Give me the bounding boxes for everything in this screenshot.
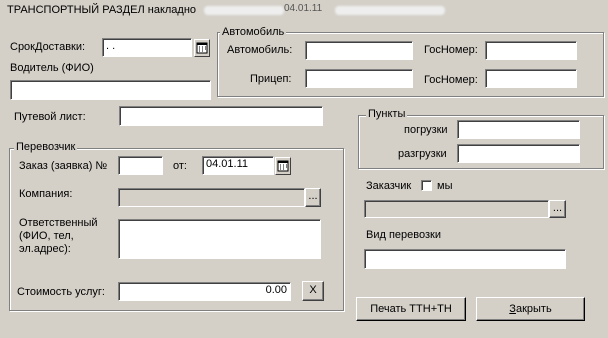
cost-label: Стоимость услуг: [17,286,105,298]
order-date-calendar-button[interactable] [275,157,291,175]
trailer-label: Прицеп: [250,73,292,85]
car-label: Автомобиль: [227,44,293,56]
order-number-field[interactable] [118,156,163,175]
responsible-label-line2: (ФИО, тел, [19,230,74,242]
company-label: Компания: [19,188,73,200]
transport-type-label: Вид перевозки [366,229,441,241]
obscured-title-tail [335,6,445,15]
cost-clear-button[interactable]: X [302,281,324,301]
points-group-label: Пункты [366,108,408,121]
trailer-plate-field[interactable] [485,69,577,88]
carrier-group-label: Перевозчик [14,141,78,154]
company-field [118,188,305,207]
driver-label: Водитель (ФИО) [10,62,94,74]
trailer-field[interactable] [305,69,413,88]
responsible-label-line1: Ответственный [19,217,98,229]
car-field[interactable] [305,41,413,60]
order-label: Заказ (заявка) № [19,160,108,172]
loading-field[interactable] [457,120,580,139]
responsible-textarea[interactable] [118,219,321,259]
loading-label: погрузки [404,124,448,136]
customer-select-button[interactable]: ... [549,200,566,218]
car-plate-field[interactable] [485,41,577,60]
print-ttn-button[interactable]: Печать ТТН+ТН [356,297,466,321]
title-suffix: накладно [147,4,197,16]
title-date-fragment: 04.01.11 [284,3,323,14]
delivery-date-calendar-button[interactable] [194,39,210,57]
company-select-button[interactable]: ... [305,188,321,207]
unloading-field[interactable] [457,144,580,163]
we-checkbox[interactable] [421,180,432,191]
we-label: мы [437,180,453,192]
cost-field[interactable]: 0.00 [118,282,291,301]
unloading-label: разгрузки [398,148,447,160]
vehicle-group-label: Автомобиль [220,26,287,39]
window-title: ТРАНСПОРТНЫЙ РАЗДЕЛ накладно [7,4,196,17]
delivery-date-label: СрокДоставки: [10,41,86,53]
close-button-label: Закрыть [509,303,552,315]
customer-label: Заказчик [366,180,412,192]
calendar-icon [277,160,289,172]
waybill-field[interactable] [119,106,323,126]
driver-field[interactable] [10,80,211,100]
car-plate-label: ГосНомер: [424,44,478,56]
title-main: ТРАНСПОРТНЫЙ РАЗДЕЛ [7,4,145,16]
close-button[interactable]: Закрыть [476,297,585,321]
customer-field [364,200,549,218]
order-date-field[interactable]: 04.01.11 [202,156,274,175]
responsible-label-line3: эл.адрес): [19,243,71,255]
calendar-icon [196,42,208,54]
delivery-date-field[interactable]: . . [102,38,192,57]
waybill-label: Путевой лист: [14,111,86,123]
trailer-plate-label: ГосНомер: [424,74,478,86]
transport-type-field[interactable] [364,249,566,269]
obscured-invoice-number [204,6,284,15]
order-from-label: от: [173,160,187,172]
